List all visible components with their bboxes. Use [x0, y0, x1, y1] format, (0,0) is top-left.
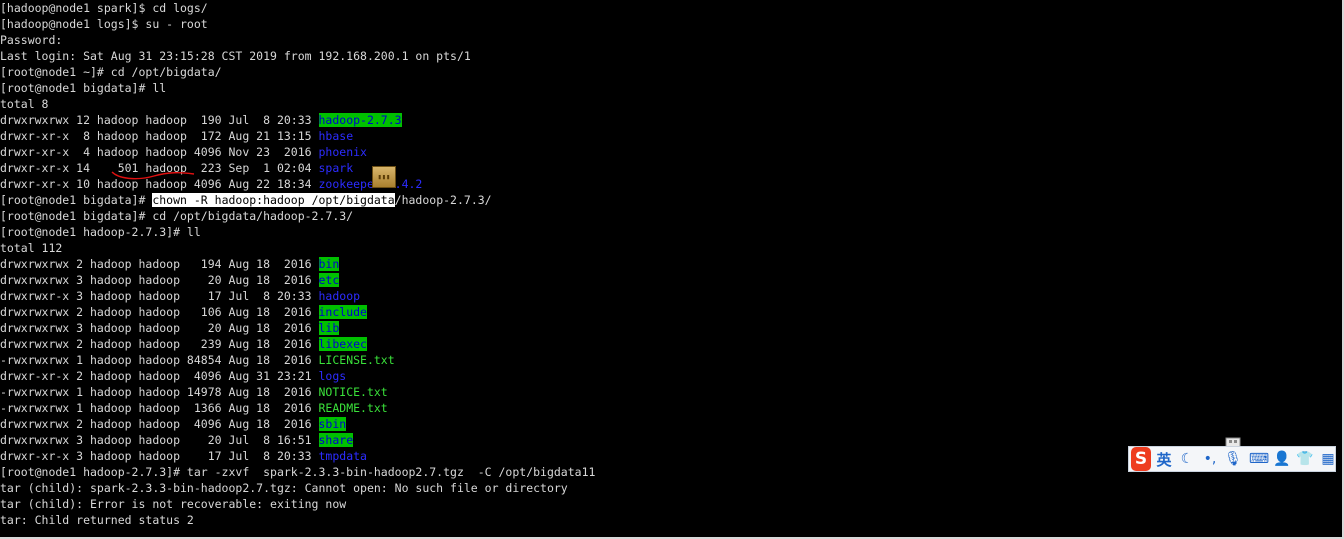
- terminal-text: -rwxrwxrwx 1 hadoop hadoop 1366 Aug 18 2…: [0, 401, 319, 415]
- moon-icon[interactable]: ☾: [1177, 448, 1197, 470]
- terminal-line: -rwxrwxrwx 1 hadoop hadoop 84854 Aug 18 …: [0, 352, 395, 368]
- terminal-text: drwxrwxrwx 2 hadoop hadoop 194 Aug 18 20…: [0, 257, 319, 271]
- terminal-highlight-text: etc: [318, 273, 340, 287]
- terminal-line: [root@node1 bigdata]# chown -R hadoop:ha…: [0, 192, 492, 208]
- terminal-text: /hadoop-2.7.3/: [394, 193, 492, 207]
- terminal-highlight-text: libexec: [318, 337, 367, 351]
- terminal-text: [root@node1 hadoop-2.7.3]# tar -zxvf spa…: [0, 465, 596, 479]
- terminal-text: drwxr-xr-x 4 hadoop hadoop 4096 Nov 23 2…: [0, 145, 319, 159]
- user-icon[interactable]: 👤: [1272, 448, 1292, 470]
- terminal-text: tar (child): spark-2.3.3-bin-hadoop2.7.t…: [0, 481, 568, 495]
- terminal-line: drwxrwxrwx 2 hadoop hadoop 194 Aug 18 20…: [0, 256, 340, 272]
- terminal-highlight-text: sbin: [318, 417, 347, 431]
- terminal-highlight-text: hadoop: [318, 289, 361, 303]
- terminal-line: drwxrwxrwx 12 hadoop hadoop 190 Jul 8 20…: [0, 112, 402, 128]
- terminal-line: drwxrwxrwx 3 hadoop hadoop 20 Aug 18 201…: [0, 320, 340, 336]
- terminal-highlight-text: zookeeper-3.4.2: [318, 177, 423, 191]
- grid-icon[interactable]: ▦: [1318, 448, 1338, 470]
- terminal-text: drwxrwxrwx 12 hadoop hadoop 190 Jul 8 20…: [0, 113, 319, 127]
- terminal-text: drwxr-xr-x 3 hadoop hadoop 17 Jul 8 20:3…: [0, 449, 319, 463]
- terminal-line: Last login: Sat Aug 31 23:15:28 CST 2019…: [0, 48, 471, 64]
- punctuation-icon[interactable]: •,: [1200, 448, 1220, 470]
- terminal-highlight-text: phoenix: [318, 145, 367, 159]
- terminal-text: drwxrwxrwx 2 hadoop hadoop 106 Aug 18 20…: [0, 305, 319, 319]
- shirt-icon[interactable]: 👕: [1295, 448, 1315, 470]
- terminal-line: total 112: [0, 240, 62, 256]
- terminal-line: drwxr-xr-x 8 hadoop hadoop 172 Aug 21 13…: [0, 128, 353, 144]
- terminal-line: drwxrwxrwx 3 hadoop hadoop 20 Aug 18 201…: [0, 272, 340, 288]
- terminal-text: [root@node1 hadoop-2.7.3]# ll: [0, 225, 201, 239]
- terminal-line: drwxrwxrwx 2 hadoop hadoop 239 Aug 18 20…: [0, 336, 367, 352]
- terminal-highlight-text: hbase: [318, 129, 354, 143]
- terminal-line: drwxrwxrwx 2 hadoop hadoop 106 Aug 18 20…: [0, 304, 367, 320]
- terminal-line: [root@node1 bigdata]# cd /opt/bigdata/ha…: [0, 208, 353, 224]
- terminal-text: total 112: [0, 241, 63, 255]
- terminal-highlight-text: NOTICE.txt: [318, 385, 388, 399]
- terminal-text: tar (child): Error is not recoverable: e…: [0, 497, 347, 511]
- terminal-text: drwxrwxrwx 2 hadoop hadoop 239 Aug 18 20…: [0, 337, 319, 351]
- terminal-highlight-text: chown -R hadoop:hadoop /opt/bigdata: [152, 193, 395, 207]
- terminal-line: [root@node1 ~]# cd /opt/bigdata/: [0, 64, 222, 80]
- terminal-highlight-text: LICENSE.txt: [318, 353, 395, 367]
- terminal-line: drwxrwxrwx 2 hadoop hadoop 4096 Aug 18 2…: [0, 416, 347, 432]
- terminal-line: Password:: [0, 32, 62, 48]
- terminal-line: total 8: [0, 96, 48, 112]
- terminal-line: tar (child): Error is not recoverable: e…: [0, 496, 346, 512]
- terminal-text: drwxr-xr-x 10 hadoop hadoop 4096 Aug 22 …: [0, 177, 319, 191]
- terminal-text: drwxrwxr-x 3 hadoop hadoop 17 Jul 8 20:3…: [0, 289, 319, 303]
- terminal-highlight-text: tmpdata: [318, 449, 367, 463]
- ime-toolbar[interactable]: S 英 ☾ •, 🎙 ⌨ 👤 👕 ▦: [1128, 446, 1336, 472]
- terminal-highlight-text: bin: [318, 257, 340, 271]
- terminal-text: [root@node1 bigdata]# ll: [0, 81, 167, 95]
- terminal-highlight-text: include: [318, 305, 367, 319]
- terminal-text: total 8: [0, 97, 49, 111]
- terminal-text: -rwxrwxrwx 1 hadoop hadoop 14978 Aug 18 …: [0, 385, 319, 399]
- terminal-line: drwxr-xr-x 10 hadoop hadoop 4096 Aug 22 …: [0, 176, 422, 192]
- folder-drag-icon: ▮▮▮: [372, 166, 396, 188]
- terminal-line: drwxr-xr-x 2 hadoop hadoop 4096 Aug 31 2…: [0, 368, 346, 384]
- terminal-text: drwxrwxrwx 2 hadoop hadoop 4096 Aug 18 2…: [0, 417, 319, 431]
- terminal-text: drwxr-xr-x 14 501 hadoop 223 Sep 1 02:04: [0, 161, 319, 175]
- terminal-line: [root@node1 bigdata]# ll: [0, 80, 166, 96]
- terminal-highlight-text: share: [318, 433, 354, 447]
- terminal-highlight-text: spark: [318, 161, 354, 175]
- terminal-highlight-text: lib: [318, 321, 340, 335]
- terminal-text: Password:: [0, 33, 63, 47]
- terminal-line: [hadoop@node1 logs]$ su - root: [0, 16, 208, 32]
- terminal-line: -rwxrwxrwx 1 hadoop hadoop 1366 Aug 18 2…: [0, 400, 388, 416]
- terminal-text: Last login: Sat Aug 31 23:15:28 CST 2019…: [0, 49, 471, 63]
- sogou-logo-button[interactable]: S: [1131, 447, 1151, 471]
- terminal-line: [root@node1 hadoop-2.7.3]# tar -zxvf spa…: [0, 464, 595, 480]
- terminal-line: drwxr-xr-x 3 hadoop hadoop 17 Jul 8 20:3…: [0, 448, 367, 464]
- terminal-text: [root@node1 bigdata]# cd /opt/bigdata/ha…: [0, 209, 354, 223]
- terminal-line: -rwxrwxrwx 1 hadoop hadoop 14978 Aug 18 …: [0, 384, 388, 400]
- terminal-line: drwxr-xr-x 14 501 hadoop 223 Sep 1 02:04…: [0, 160, 353, 176]
- terminal-text: drwxr-xr-x 8 hadoop hadoop 172 Aug 21 13…: [0, 129, 319, 143]
- terminal-line: drwxrwxrwx 3 hadoop hadoop 20 Jul 8 16:5…: [0, 432, 354, 448]
- terminal-highlight-text: logs: [318, 369, 347, 383]
- terminal-line: tar: Child returned status 2: [0, 512, 194, 528]
- terminal-line: tar (child): spark-2.3.3-bin-hadoop2.7.t…: [0, 480, 568, 496]
- terminal-highlight-text: hadoop-2.7.3: [318, 113, 402, 127]
- keyboard-icon[interactable]: ⌨: [1249, 448, 1269, 470]
- language-toggle-button[interactable]: 英: [1154, 448, 1174, 470]
- terminal-line: [root@node1 hadoop-2.7.3]# ll: [0, 224, 201, 240]
- terminal-highlight-text: README.txt: [318, 401, 388, 415]
- terminal-text: tar: Child returned status 2: [0, 513, 194, 527]
- terminal-text: [hadoop@node1 logs]$ su - root: [0, 17, 208, 31]
- terminal-text: -rwxrwxrwx 1 hadoop hadoop 84854 Aug 18 …: [0, 353, 319, 367]
- terminal-text: [root@node1 ~]# cd /opt/bigdata/: [0, 65, 222, 79]
- microphone-icon[interactable]: 🎙: [1223, 448, 1243, 470]
- terminal-line: drwxrwxr-x 3 hadoop hadoop 17 Jul 8 20:3…: [0, 288, 360, 304]
- terminal-text: [hadoop@node1 spark]$ cd logs/: [0, 1, 208, 15]
- terminal-line: drwxr-xr-x 4 hadoop hadoop 4096 Nov 23 2…: [0, 144, 367, 160]
- terminal-text: drwxrwxrwx 3 hadoop hadoop 20 Jul 8 16:5…: [0, 433, 319, 447]
- terminal-text: drwxrwxrwx 3 hadoop hadoop 20 Aug 18 201…: [0, 321, 319, 335]
- terminal-text: [root@node1 bigdata]#: [0, 193, 153, 207]
- terminal-line: [hadoop@node1 spark]$ cd logs/: [0, 0, 208, 16]
- terminal-text: drwxr-xr-x 2 hadoop hadoop 4096 Aug 31 2…: [0, 369, 319, 383]
- terminal-text: drwxrwxrwx 3 hadoop hadoop 20 Aug 18 201…: [0, 273, 319, 287]
